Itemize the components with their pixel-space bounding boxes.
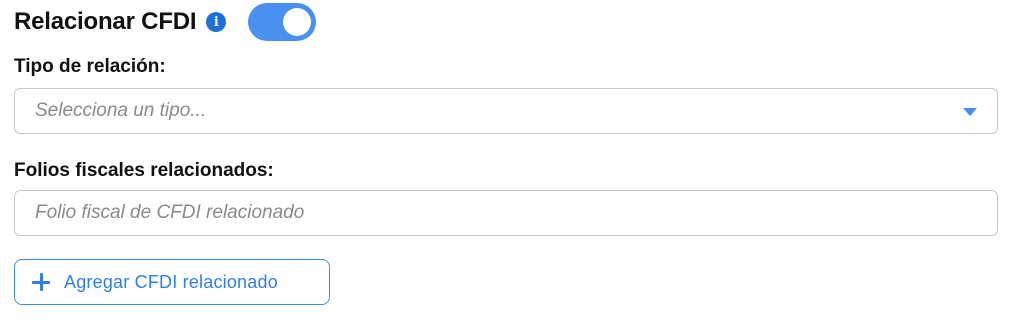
plus-icon	[32, 273, 50, 291]
relacionar-cfdi-panel: Relacionar CFDI i Tipo de relación: Sele…	[0, 0, 1014, 328]
section-title: Relacionar CFDI	[14, 8, 197, 35]
info-icon[interactable]: i	[206, 12, 227, 32]
chevron-down-icon[interactable]	[963, 108, 977, 116]
tipo-relacion-label: Tipo de relación:	[14, 56, 166, 77]
add-cfdi-button-label: Agregar CFDI relacionado	[64, 271, 278, 292]
add-cfdi-button[interactable]: Agregar CFDI relacionado	[14, 259, 330, 305]
folio-fiscal-input[interactable]: Folio fiscal de CFDI relacionado	[14, 190, 998, 236]
tipo-relacion-select[interactable]: Selecciona un tipo...	[14, 88, 998, 134]
toggle-knob	[283, 8, 312, 36]
relacionar-cfdi-toggle[interactable]	[248, 3, 317, 41]
folio-fiscal-placeholder: Folio fiscal de CFDI relacionado	[35, 202, 305, 223]
folios-label: Folios fiscales relacionados:	[14, 160, 274, 181]
tipo-relacion-placeholder: Selecciona un tipo...	[35, 100, 207, 121]
section-header: Relacionar CFDI i	[14, 2, 317, 42]
